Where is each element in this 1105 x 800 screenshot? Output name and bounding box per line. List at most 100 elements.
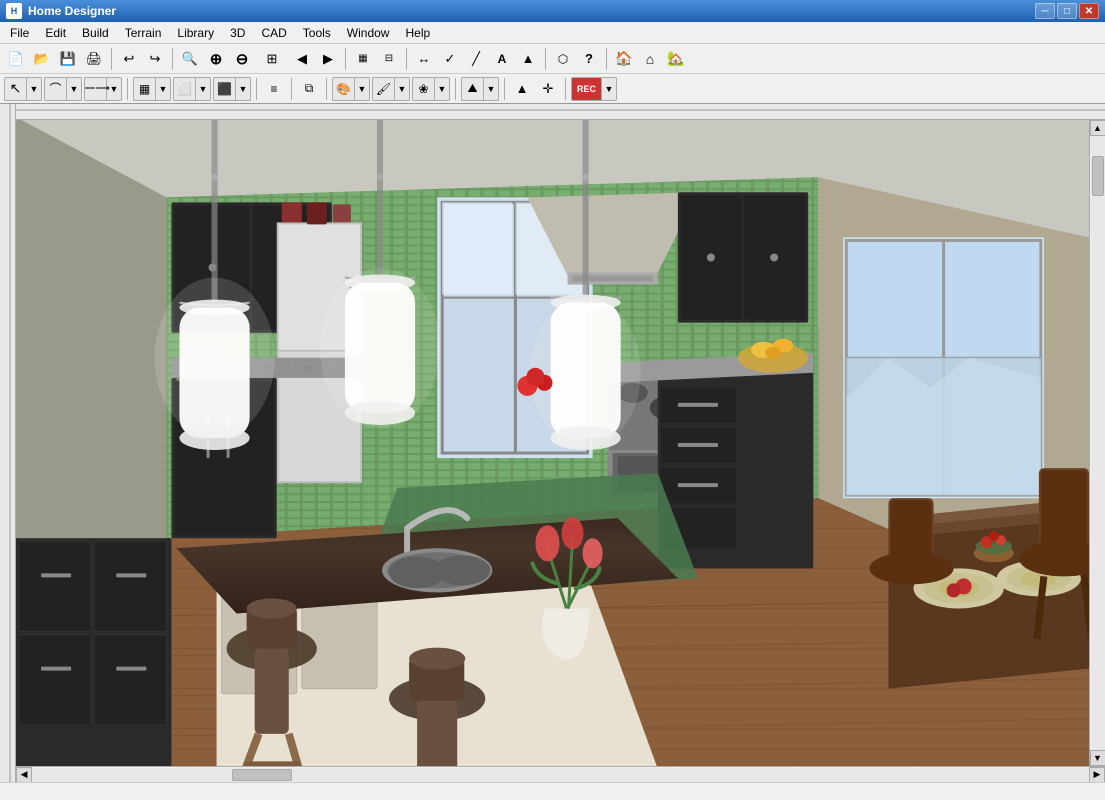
window-dropdown[interactable]: ▼ <box>236 77 250 101</box>
prev-zoom-button[interactable]: ◀ <box>290 47 314 71</box>
separator-t2-6 <box>504 78 505 100</box>
zoom-in-rect-button[interactable]: 🔍 <box>178 47 202 71</box>
scroll-thumb-vertical[interactable] <box>1092 156 1104 196</box>
close-button[interactable]: ✕ <box>1079 3 1099 19</box>
separator-t2-4 <box>326 78 327 100</box>
separator-6 <box>606 48 607 70</box>
window-button[interactable]: ⬛ <box>214 77 236 101</box>
menu-item-tools[interactable]: Tools <box>295 22 339 43</box>
scroll-up-arrow[interactable]: ▲ <box>1090 120 1105 136</box>
house-view2-button[interactable]: ⌂ <box>638 47 662 71</box>
line-button[interactable]: ╱ <box>464 47 488 71</box>
help-btn[interactable]: ? <box>577 47 601 71</box>
house-view3-button[interactable]: 🏡 <box>664 47 688 71</box>
status-bar <box>0 782 1105 800</box>
check-button[interactable]: ✓ <box>438 47 462 71</box>
move-up-button[interactable]: ▲ <box>510 77 534 101</box>
separator-t2-1 <box>127 78 128 100</box>
measure-dropdown[interactable]: ▼ <box>107 77 121 101</box>
menu-item-edit[interactable]: Edit <box>37 22 74 43</box>
arc-dropdown[interactable]: ▼ <box>67 77 81 101</box>
color-group: 🖌 ▼ <box>372 77 410 101</box>
rec-group: REC ▼ <box>571 77 617 101</box>
cabinet-dropdown[interactable]: ▼ <box>156 77 170 101</box>
menu-bar: File Edit Build Terrain Library 3D CAD T… <box>0 22 1105 44</box>
menu-item-library[interactable]: Library <box>169 22 222 43</box>
separator-t2-3 <box>291 78 292 100</box>
plant-button[interactable]: ❀ <box>413 77 435 101</box>
app-title: Home Designer <box>28 4 1035 18</box>
rec-button[interactable]: REC <box>572 77 602 101</box>
fill-window-button[interactable]: ⊞ <box>256 47 288 71</box>
new-button[interactable]: 📄 <box>4 47 28 71</box>
arc-group: ⌒ ▼ <box>44 77 82 101</box>
copy-button[interactable]: ⧉ <box>297 77 321 101</box>
separator-t2-2 <box>256 78 257 100</box>
door-dropdown[interactable]: ▼ <box>196 77 210 101</box>
next-zoom-button[interactable]: ▶ <box>316 47 340 71</box>
measure-button[interactable]: ⟵⟶ <box>85 77 107 101</box>
overview-button[interactable]: ⊟ <box>377 47 401 71</box>
menu-item-3d[interactable]: 3D <box>222 22 253 43</box>
redo-button[interactable]: ↪ <box>143 47 167 71</box>
cabinet-button[interactable]: ▦ <box>134 77 156 101</box>
menu-item-window[interactable]: Window <box>339 22 398 43</box>
text-button[interactable]: A <box>490 47 514 71</box>
material-button[interactable]: 🎨 <box>333 77 355 101</box>
door-button[interactable]: ⬜ <box>174 77 196 101</box>
separator-3 <box>345 48 346 70</box>
3d-viewport[interactable] <box>16 120 1089 766</box>
select-group: ↖ ▼ <box>4 77 42 101</box>
material-dropdown[interactable]: ▼ <box>355 77 369 101</box>
stair-button[interactable]: ≡ <box>262 77 286 101</box>
toolbar-2: ↖ ▼ ⌒ ▼ ⟵⟶ ▼ ▦ ▼ ⬜ ▼ ⬛ ▼ ≡ ⧉ 🎨 ▼ 🖌 ▼ ❀ ▼… <box>0 74 1105 104</box>
arc-button[interactable]: ⌒ <box>45 77 67 101</box>
window-controls: ─ □ ✕ <box>1035 3 1099 19</box>
plant-dropdown[interactable]: ▼ <box>435 77 449 101</box>
symbol-button[interactable]: ⬡ <box>551 47 575 71</box>
scroll-left-arrow[interactable]: ◀ <box>16 767 32 783</box>
menu-item-help[interactable]: Help <box>397 22 438 43</box>
zoom-in-button[interactable]: ⊕ <box>204 47 228 71</box>
arrows-button[interactable]: ↔ <box>412 47 436 71</box>
material-group: 🎨 ▼ <box>332 77 370 101</box>
separator-5 <box>545 48 546 70</box>
color-dropdown[interactable]: ▼ <box>395 77 409 101</box>
separator-t2-5 <box>455 78 456 100</box>
select-button[interactable]: ↖ <box>5 77 27 101</box>
measure-group: ⟵⟶ ▼ <box>84 77 122 101</box>
zoom-out-button[interactable]: ⊖ <box>230 47 254 71</box>
color-button[interactable]: 🖌 <box>373 77 395 101</box>
scroll-thumb-horizontal[interactable] <box>232 769 292 781</box>
terrain-group: ⛰ ▼ <box>461 77 499 101</box>
left-ruler <box>0 104 16 782</box>
separator-t2-7 <box>565 78 566 100</box>
menu-item-cad[interactable]: CAD <box>253 22 294 43</box>
maximize-button[interactable]: □ <box>1057 3 1077 19</box>
vertical-scrollbar[interactable]: ▲ ▼ <box>1089 120 1105 766</box>
menu-item-build[interactable]: Build <box>74 22 117 43</box>
rec-dropdown[interactable]: ▼ <box>602 77 616 101</box>
minimize-button[interactable]: ─ <box>1035 3 1055 19</box>
up-arrow-button[interactable]: ▲ <box>516 47 540 71</box>
house-view1-button[interactable]: 🏠 <box>612 47 636 71</box>
scroll-track-horizontal[interactable] <box>32 768 1089 782</box>
scroll-track-vertical[interactable] <box>1091 136 1105 750</box>
toolbar-1: 📄 📂 💾 🖨 ↩ ↪ 🔍 ⊕ ⊖ ⊞ ◀ ▶ ▦ ⊟ ↔ ✓ ╱ A ▲ ⬡ … <box>0 44 1105 74</box>
scroll-right-arrow[interactable]: ▶ <box>1089 767 1105 783</box>
save-button[interactable]: 💾 <box>56 47 80 71</box>
print-button[interactable]: 🖨 <box>82 47 106 71</box>
menu-item-file[interactable]: File <box>2 22 37 43</box>
terrain-dropdown[interactable]: ▼ <box>484 77 498 101</box>
undo-button[interactable]: ↩ <box>117 47 141 71</box>
separator-4 <box>406 48 407 70</box>
select-dropdown[interactable]: ▼ <box>27 77 41 101</box>
menu-item-terrain[interactable]: Terrain <box>117 22 170 43</box>
open-button[interactable]: 📂 <box>30 47 54 71</box>
scroll-down-arrow[interactable]: ▼ <box>1090 750 1105 766</box>
terrain-button[interactable]: ⛰ <box>462 77 484 101</box>
move-arrows-button[interactable]: ✛ <box>536 77 560 101</box>
horizontal-scrollbar[interactable]: ◀ ▶ <box>16 766 1105 782</box>
plan-view-button[interactable]: ▦ <box>351 47 375 71</box>
cabinet-group: ▦ ▼ <box>133 77 171 101</box>
